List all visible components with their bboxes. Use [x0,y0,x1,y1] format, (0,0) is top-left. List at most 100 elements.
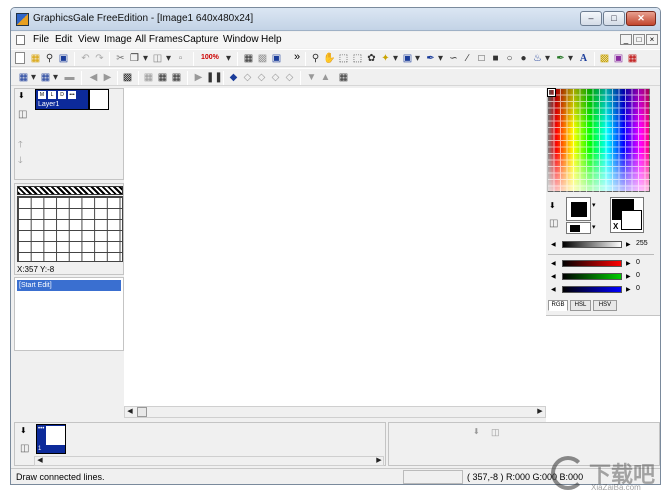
trash-icon[interactable]: ◫ [549,218,558,229]
pin-icon[interactable]: ⬇ [18,91,25,100]
transform-icon[interactable]: ▣ [401,52,414,65]
next-frame-icon[interactable]: ▶ [101,71,114,84]
move-up-icon[interactable]: ▲ [319,71,332,84]
mdi-close-button[interactable]: × [646,34,658,45]
tab-hsv[interactable]: HSV [593,300,617,311]
primary-dropdown-arrow-icon[interactable]: ▾ [592,201,596,209]
layer-more-icon[interactable]: ••• [68,91,76,99]
open-folder-icon[interactable]: ▦ [29,52,42,65]
prev-frame-icon[interactable]: ◀ [87,71,100,84]
grid-icon[interactable]: ▦ [242,52,255,65]
frame-thumbnail-selected[interactable]: ••• 1 [36,424,66,454]
pin-icon[interactable]: ⬇ [549,201,556,210]
color-picker-icon[interactable]: ✒ [554,52,567,65]
zoom-level[interactable]: 100% [201,54,219,61]
layer-up-arrow-icon[interactable]: 🡑 [18,137,23,153]
slider-right-arrow-icon[interactable]: ▶ [626,241,631,248]
blue-right-arrow-icon[interactable]: ▶ [626,286,631,293]
green-left-arrow-icon[interactable]: ◀ [551,273,556,280]
text-tool-icon[interactable]: A [577,52,590,65]
paste-new-icon[interactable]: ▫ [174,52,187,65]
rectangle-outline-icon[interactable]: □ [475,52,488,65]
secondary-color-well[interactable] [566,222,591,234]
scroll-right-arrow-icon[interactable]: ▶ [374,456,384,466]
picker-dropdown-arrow-icon[interactable]: ▾ [567,52,574,65]
layer-icon[interactable]: ▦ [17,71,30,84]
primary-color-well[interactable] [566,197,591,221]
fill-bucket-icon[interactable]: ♨ [531,52,544,65]
pixel-grid-icon[interactable]: ▩ [256,52,269,65]
palette-edit-icon[interactable]: ▦ [337,71,350,84]
layer-lock-checkbox[interactable]: L [48,91,56,99]
frame-more-icon[interactable]: ••• [38,426,44,432]
magnifier-icon[interactable]: ⚲ [43,52,56,65]
green-slider[interactable] [562,273,622,280]
palette-window-icon[interactable]: ▣ [612,52,625,65]
drawing-canvas[interactable] [124,88,546,406]
pixel-grid-preview[interactable] [17,196,123,262]
brush-icon[interactable]: ▩ [598,52,611,65]
tab-rgb[interactable]: RGB [548,300,568,311]
red-slider[interactable] [562,260,622,267]
menu-edit[interactable]: Edit [51,33,76,46]
hand-tool-icon[interactable]: ✋ [323,52,336,65]
palette-selected-cell[interactable] [547,88,556,97]
layer-thumbnail[interactable] [89,89,109,110]
red-right-arrow-icon[interactable]: ▶ [626,260,631,267]
paste-dropdown-arrow-icon[interactable]: ▾ [165,52,172,65]
copy-icon[interactable]: ❐ [128,52,141,65]
magic-wand-icon[interactable]: ✦ [379,52,392,65]
copy-dropdown-arrow-icon[interactable]: ▾ [142,52,149,65]
pin-icon[interactable]: ⬇ [20,426,27,435]
rectangle-filled-icon[interactable]: ■ [489,52,502,65]
close-button[interactable]: ✕ [626,11,656,26]
move-down-icon[interactable]: ▼ [305,71,318,84]
freehand-select-icon[interactable]: ⬚ [351,52,364,65]
ellipse-filled-icon[interactable]: ● [517,52,530,65]
slider-left-arrow-icon[interactable]: ◀ [551,241,556,248]
document-icon[interactable] [16,35,25,45]
paste-icon[interactable]: ◫ [151,52,164,65]
palette-op-icon[interactable]: ◇ [241,71,254,84]
split-frames-icon[interactable]: ▦ [170,71,183,84]
secondary-dropdown-arrow-icon[interactable]: ▾ [592,223,596,231]
swap-colors-button[interactable]: X [613,222,618,231]
scroll-left-arrow-icon[interactable]: ◀ [35,456,45,466]
palette-op-icon[interactable]: ◇ [255,71,268,84]
blue-left-arrow-icon[interactable]: ◀ [551,286,556,293]
canvas-horizontal-scrollbar[interactable]: ◀ ▶ [124,406,546,418]
frames-horizontal-scrollbar[interactable]: ◀ ▶ [34,456,384,466]
combine-frames-icon[interactable]: ▦ [156,71,169,84]
layer-row-selected[interactable]: M L D ••• Layer1 [35,89,89,110]
pause-icon[interactable]: ❚❚ [206,71,223,84]
cut-scissors-icon[interactable]: ✂ [114,52,127,65]
fill-dropdown-arrow-icon[interactable]: ▾ [544,52,551,65]
minimize-button[interactable]: – [580,11,602,26]
layer-down-arrow-icon[interactable]: 🡓 [18,153,23,169]
pen-dropdown-arrow-icon[interactable]: ▾ [437,52,444,65]
frame-dropdown-arrow-icon[interactable]: ▾ [52,71,59,84]
rect-select-icon[interactable]: ⬚ [337,52,350,65]
tile-view-icon[interactable]: ▣ [270,52,283,65]
brightness-slider[interactable] [562,241,622,248]
pin-icon[interactable]: ⬇ [473,427,480,436]
mdi-minimize-button[interactable]: _ [620,34,632,45]
layer-mask-checkbox[interactable]: M [38,91,46,99]
onion-skin-icon[interactable]: ▦ [142,71,155,84]
green-right-arrow-icon[interactable]: ▶ [626,273,631,280]
palette-op-icon[interactable]: ◇ [269,71,282,84]
lasso-icon[interactable]: ✿ [365,52,378,65]
line-icon[interactable]: ∕ [461,52,474,65]
play-icon[interactable]: ▶ [192,71,205,84]
scroll-left-arrow-icon[interactable]: ◀ [125,407,135,417]
trash-icon[interactable]: ◫ [20,443,29,454]
undo-icon[interactable]: ↶ [79,52,92,65]
zoom-dropdown-arrow-icon[interactable]: ▾ [225,52,232,65]
toolbar-overflow-icon[interactable]: » [294,51,300,63]
zoom-tool-icon[interactable]: ⚲ [309,52,322,65]
pen-icon[interactable]: ✒ [424,52,437,65]
scroll-right-arrow-icon[interactable]: ▶ [535,407,545,417]
layer-draw-checkbox[interactable]: D [58,91,66,99]
animation-icon[interactable]: ▦ [626,52,639,65]
connected-lines-icon[interactable]: ∽ [447,52,460,65]
